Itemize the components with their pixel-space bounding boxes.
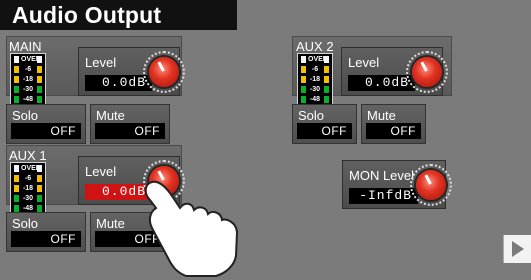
aux2-level-control[interactable]: Level 0.0dB [341,47,448,96]
aux2-mute-value: OFF [366,123,421,139]
aux2-meter-6: -6 [311,66,319,73]
main-solo-value: OFF [11,123,81,139]
main-solo-button[interactable]: Solo OFF [6,104,86,144]
aux2-mute-button[interactable]: Mute OFF [361,104,426,144]
mon-level-value: -InfdB [349,188,418,204]
main-meter-6: -6 [24,66,32,73]
play-icon[interactable] [503,235,531,263]
aux1-mute-label: Mute [96,216,125,231]
hand-pointer-icon [144,180,239,277]
page-title: Audio Output [0,0,237,30]
aux2-level-label: Level [348,55,380,70]
aux2-meter-18: -18 [309,76,321,83]
main-level-value: 0.0dB [85,75,152,91]
aux2-level-knob-icon[interactable] [406,51,448,93]
mon-level-control[interactable]: MON Level -InfdB [342,160,452,209]
aux1-level-label: Level [85,164,117,179]
aux1-label: AUX 1 [9,148,47,163]
aux1-meter-30: -30 [22,195,34,202]
aux2-label: AUX 2 [296,39,334,54]
aux2-meter-48: -48 [309,96,321,103]
main-meter-over: OVER [21,56,41,63]
aux1-meter-18: -18 [22,185,34,192]
main-label: MAIN [9,39,42,54]
aux2-mute-label: Mute [367,108,396,123]
aux1-solo-label: Solo [12,216,39,231]
aux2-level-value: 0.0dB [348,75,415,91]
main-meter-18: -18 [22,76,34,83]
main-mute-label: Mute [96,108,125,123]
aux2-meter: OVER -6 -18 -30 -48 [297,53,333,111]
aux2-solo-label: Solo [298,108,325,123]
main-mute-button[interactable]: Mute OFF [90,104,170,144]
main-solo-label: Solo [12,108,39,123]
main-level-label: Level [85,55,117,70]
main-meter-30: -30 [22,86,34,93]
aux2-meter-over: OVER [308,56,328,63]
mon-level-knob-icon[interactable] [410,164,452,206]
main-mute-value: OFF [95,123,165,139]
main-level-knob-icon[interactable] [143,51,185,93]
aux1-solo-button[interactable]: Solo OFF [6,212,86,252]
main-meter-48: -48 [22,96,34,103]
aux2-solo-button[interactable]: Solo OFF [292,104,357,144]
aux1-meter-48: -48 [22,205,34,212]
mon-level-label: MON Level [349,168,415,183]
aux1-meter-over: OVER [21,165,41,172]
aux2-solo-value: OFF [297,123,352,139]
aux2-meter-30: -30 [309,86,321,93]
aux1-solo-value: OFF [11,231,81,247]
main-meter: OVER -6 -18 -30 -48 [10,53,46,111]
main-level-control[interactable]: Level 0.0dB [78,47,185,96]
aux1-meter-6: -6 [24,175,32,182]
